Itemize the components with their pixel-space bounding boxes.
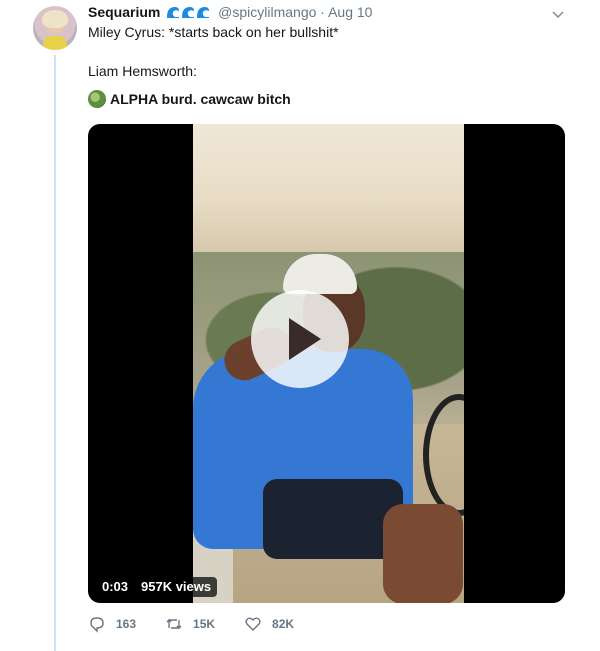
author-name[interactable]: Sequarium [88, 4, 160, 20]
separator-dot: · [320, 4, 325, 20]
avatar-hair [42, 10, 68, 28]
video-player[interactable]: 0:03 957K views [88, 124, 565, 603]
author-handle[interactable]: @spicylilmango [218, 4, 316, 20]
video-views: 957K views [135, 577, 218, 597]
man-legs [383, 504, 463, 603]
heart-icon [245, 617, 261, 631]
tweet-text-line-3: ALPHA burd. cawcaw bitch [88, 90, 291, 108]
thread-line [54, 55, 56, 651]
tweet-text-line-3-label: ALPHA burd. cawcaw bitch [110, 90, 291, 107]
retweet-icon [166, 619, 182, 629]
wave-icon [196, 5, 210, 19]
avatar[interactable] [33, 6, 77, 50]
avatar-shirt [43, 36, 67, 50]
tweet-header: Sequarium @spicylilmango · Aug 10 [88, 4, 372, 23]
play-button[interactable] [251, 290, 349, 388]
wave-icon [181, 5, 195, 19]
like-count: 82K [272, 617, 295, 631]
tweet-actions: 163 15K 82K [88, 614, 323, 634]
reply-count: 163 [116, 617, 137, 631]
cart-roof [193, 124, 464, 252]
reply-icon [90, 617, 104, 633]
play-icon [289, 318, 321, 360]
author-badges [166, 5, 211, 23]
retweet-count: 15K [193, 617, 216, 631]
tweet-date[interactable]: Aug 10 [328, 4, 372, 20]
reply-button[interactable]: 163 [88, 615, 136, 633]
retweet-button[interactable]: 15K [165, 615, 215, 633]
wave-icon [166, 5, 180, 19]
video-timestamp: 0:03 [96, 577, 135, 597]
tweet-text-line-1: Miley Cyrus: *starts back on her bullshi… [88, 24, 339, 40]
tweet-text-line-2: Liam Hemsworth: [88, 63, 197, 79]
chevron-down-icon[interactable] [551, 7, 565, 21]
like-button[interactable]: 82K [244, 615, 294, 633]
man-shorts [263, 479, 403, 559]
parrot-emoji-icon [88, 90, 106, 108]
